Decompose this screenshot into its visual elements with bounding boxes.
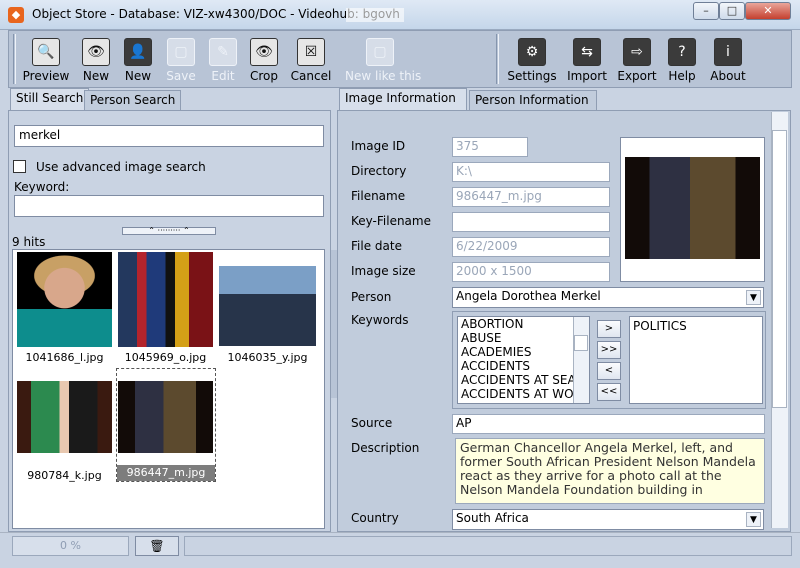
list-item[interactable]: ABUSE (458, 331, 574, 345)
image-size-label: Image size (351, 264, 416, 278)
list-item[interactable]: ACCIDENTS AT WORK (458, 387, 574, 401)
tab-person-information[interactable]: Person Information (469, 90, 597, 112)
image-size-field: 2000 x 1500 (452, 262, 610, 282)
person-value: Angela Dorothea Merkel (456, 289, 601, 303)
settings-button[interactable]: ⚙ Settings (502, 36, 562, 86)
tab-image-information[interactable]: Image Information (339, 88, 467, 112)
key-filename-label: Key-Filename (351, 214, 431, 228)
person-silhouette-icon: 👤 (124, 38, 152, 66)
cancel-button[interactable]: ☒ Cancel (281, 36, 341, 86)
about-label: About (710, 69, 746, 83)
progress-indicator: 0 % (12, 536, 129, 556)
hits-count: 9 hits (12, 235, 46, 249)
title-redaction (346, 8, 404, 22)
cancel-label: Cancel (290, 69, 332, 83)
keyword-input[interactable] (14, 195, 324, 217)
keyword-scroll-thumb[interactable] (574, 335, 588, 351)
import-icon: ⇆ (573, 38, 601, 66)
thumbnail-caption: 986447_m.jpg (117, 465, 215, 481)
export-icon: ⇨ (623, 38, 651, 66)
image-preview (625, 157, 760, 259)
settings-icon: ⚙ (518, 38, 546, 66)
list-item[interactable]: ABORTION (458, 317, 574, 331)
settings-label: Settings (507, 69, 557, 83)
thumbnail-image[interactable] (17, 252, 112, 347)
cancel-icon: ☒ (297, 38, 325, 66)
add-all-keywords-button[interactable]: >> (597, 341, 621, 359)
description-field[interactable]: German Chancellor Angela Merkel, left, a… (455, 438, 765, 504)
magnifier-icon: 🔍 (32, 38, 60, 66)
new-like-this-label: New like this (345, 69, 422, 83)
toolbar-separator (496, 34, 499, 84)
filename-field: 986447_m.jpg (452, 187, 610, 207)
remove-keyword-button[interactable]: < (597, 362, 621, 380)
thumbnail-caption: 980784_k.jpg (27, 469, 102, 482)
list-item[interactable]: POLITICS (633, 319, 759, 333)
eye-icon: 👁 (82, 38, 110, 66)
directory-label: Directory (351, 164, 407, 178)
thumbnail-image[interactable] (118, 252, 213, 347)
new-like-this-icon: ▢ (366, 38, 394, 66)
image-id-label: Image ID (351, 139, 406, 153)
filename-label: Filename (351, 189, 406, 203)
app-icon: ◆ (8, 7, 24, 23)
country-label: Country (351, 511, 399, 525)
maximize-button[interactable]: □ (719, 2, 745, 20)
help-icon: ? (668, 38, 696, 66)
thumbnail-caption: 1046035_y.jpg (227, 351, 308, 364)
description-label: Description (351, 441, 420, 455)
save-icon: ▢ (167, 38, 195, 66)
image-id-field: 375 (452, 137, 528, 157)
source-label: Source (351, 416, 393, 430)
about-icon: i (714, 38, 742, 66)
advanced-search-label: Use advanced image search (36, 160, 206, 174)
crop-eye-icon: 👁 (250, 38, 278, 66)
file-date-field: 6/22/2009 (452, 237, 610, 257)
chevron-down-icon[interactable]: ▼ (746, 290, 761, 305)
thumbnail-caption: 1045969_o.jpg (124, 351, 207, 364)
thumbnail-image[interactable] (118, 381, 213, 453)
keywords-label: Keywords (351, 313, 409, 327)
country-dropdown[interactable]: South Africa ▼ (452, 509, 764, 530)
file-date-label: File date (351, 239, 402, 253)
list-item[interactable]: ACADEMIES (458, 345, 574, 359)
list-item[interactable]: ACCIDENTS AT SEA (458, 373, 574, 387)
status-message (184, 536, 792, 556)
source-field[interactable]: AP (452, 414, 765, 434)
thumbnail-image[interactable] (219, 266, 316, 346)
about-button[interactable]: i About (698, 36, 758, 86)
person-dropdown[interactable]: Angela Dorothea Merkel ▼ (452, 287, 764, 308)
list-item[interactable]: ACCIDENTS (458, 359, 574, 373)
directory-field: K:\ (452, 162, 610, 182)
country-value: South Africa (456, 511, 529, 525)
edit-icon: ✎ (209, 38, 237, 66)
close-button[interactable]: ✕ (745, 2, 791, 20)
key-filename-field[interactable] (452, 212, 610, 232)
info-scroll-thumb[interactable] (772, 130, 787, 408)
minimize-button[interactable]: – (693, 2, 719, 20)
window-title: Object Store - Database: VIZ-xw4300/DOC … (32, 7, 400, 21)
remove-all-keywords-button[interactable]: << (597, 383, 621, 401)
keyword-list-scrollbar[interactable] (573, 317, 589, 403)
tab-still-search[interactable]: Still Search (10, 88, 90, 112)
tab-person-search[interactable]: Person Search (84, 90, 182, 112)
splitter-handle[interactable]: ⌃ ········· ⌃ (122, 227, 216, 235)
search-input[interactable]: merkel (14, 125, 324, 147)
keyword-list[interactable]: ABORTION ABUSE ACADEMIES ACCIDENTS ACCID… (457, 316, 590, 404)
new-like-this-button[interactable]: ▢ New like this (345, 36, 422, 86)
thumbnail-image[interactable] (17, 381, 112, 453)
selected-keywords-list[interactable]: POLITICS (629, 316, 763, 404)
keyword-label: Keyword: (14, 180, 70, 194)
person-label: Person (351, 290, 392, 304)
chevron-down-icon[interactable]: ▼ (746, 512, 761, 527)
add-keyword-button[interactable]: > (597, 320, 621, 338)
advanced-search-checkbox[interactable] (13, 160, 26, 173)
trash-icon[interactable]: 🗑 (135, 536, 179, 556)
thumbnail-caption: 1041686_l.jpg (25, 351, 104, 364)
